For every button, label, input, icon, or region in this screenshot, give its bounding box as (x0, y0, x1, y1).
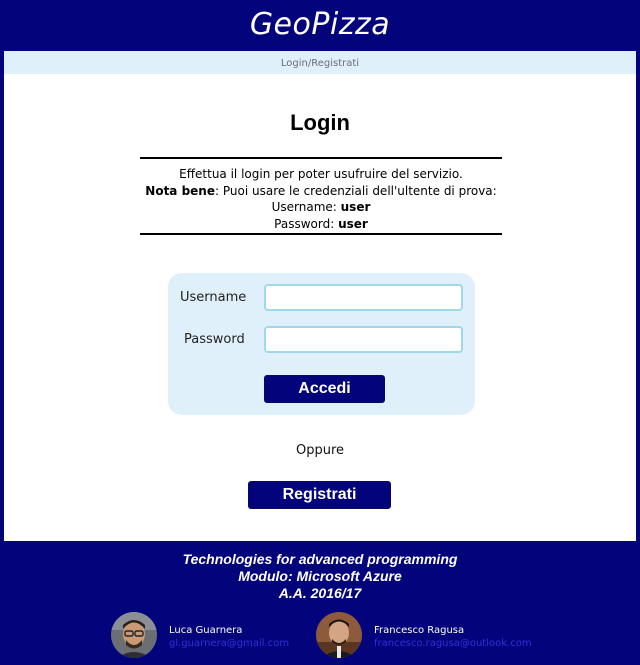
login-notice: Effettua il login per poter usufruire de… (140, 157, 502, 235)
register-button[interactable]: Registrati (248, 481, 391, 509)
notice-line-2: Nota bene: Puoi usare le credenziali del… (140, 183, 502, 200)
author-email-link[interactable]: gl.guarnera@gmail.com (169, 638, 289, 649)
notice-line-1: Effettua il login per poter usufruire de… (179, 167, 463, 181)
notice-password-label: Password: (274, 216, 339, 231)
username-label: Username (180, 290, 247, 305)
author-name: Luca Guarnera (169, 625, 243, 636)
notice-password: Password: user (140, 216, 502, 233)
footer-course: Technologies for advanced programming (182, 551, 458, 567)
main-content: Login Effettua il login per poter usufru… (4, 74, 636, 541)
nota-bene-text: : Puoi usare le credenziali dell'ultente… (215, 183, 497, 198)
notice-username-value: user (340, 200, 371, 214)
login-form: Username Password Accedi (168, 273, 475, 415)
avatar (316, 612, 362, 658)
breadcrumb: Login/Registrati (4, 51, 636, 74)
author-email-link[interactable]: francesco.ragusa@outlook.com (374, 638, 532, 649)
password-label: Password (184, 332, 245, 347)
footer-module: Modulo: Microsoft Azure (238, 568, 402, 584)
password-input[interactable] (264, 326, 463, 353)
footer-year: A.A. 2016/17 (278, 585, 362, 601)
notice-username-label: Username: (271, 200, 341, 214)
username-input[interactable] (264, 284, 463, 311)
login-button[interactable]: Accedi (264, 375, 385, 403)
nota-bene-label: Nota bene (145, 183, 215, 198)
author-name: Francesco Ragusa (374, 625, 465, 636)
notice-username: Username: user (140, 199, 502, 216)
footer: Technologies for advanced programming Mo… (0, 541, 640, 665)
or-separator: Oppure (295, 443, 345, 458)
app-logo: GeoPizza (249, 7, 391, 42)
page-title: Login (290, 110, 350, 135)
header: GeoPizza (0, 0, 640, 51)
avatar (111, 612, 157, 658)
breadcrumb-text: Login/Registrati (280, 58, 360, 69)
notice-password-value: user (338, 216, 368, 231)
